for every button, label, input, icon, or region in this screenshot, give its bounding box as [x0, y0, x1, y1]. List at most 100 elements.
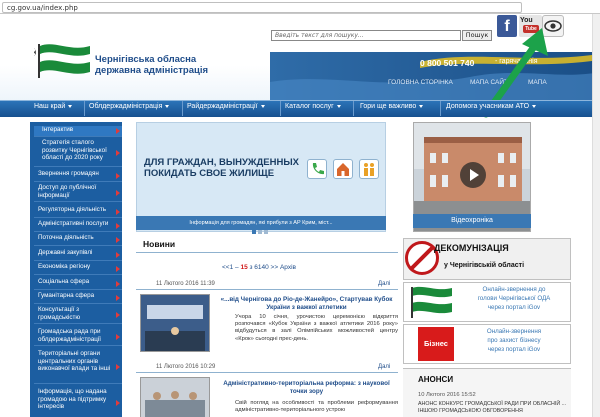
chevron-right-icon — [116, 208, 120, 215]
news-pager[interactable]: <<1 – 15 з 6140 >> Архів — [222, 264, 296, 271]
url-input[interactable]: cg.gov.ua/index.php — [2, 2, 522, 13]
sidebar-item-label: Інформація, що надана громадою на підтри… — [38, 388, 107, 410]
appeal-line: через портал iGov — [487, 304, 541, 311]
archive-link[interactable]: Архів — [280, 264, 296, 271]
banner-headline-line2: ПОКИДАТЬ СВОЕ ЖИЛИЩЕ — [144, 168, 275, 179]
region-flag-logo[interactable]: ✠ — [28, 42, 92, 78]
phone-handset-icon — [312, 163, 324, 175]
video-label: Відеохроніка — [413, 214, 531, 228]
announcement-date: 10 Лютого 2016 15:52 — [418, 392, 476, 398]
chevron-right-icon — [116, 363, 120, 370]
sidebar-item-label: Регуляторна діяльність — [38, 206, 106, 213]
region-flag-small — [408, 285, 454, 319]
chevron-right-icon — [116, 189, 120, 196]
sidebar-item-label: Консультації з громадськістю — [38, 306, 81, 321]
divider — [136, 252, 398, 253]
sidebar-item-current-activity[interactable]: Поточна діяльність — [34, 234, 122, 246]
article-thumbnail[interactable] — [140, 294, 210, 352]
sidebar-item-humanitarian[interactable]: Гуманітарна сфера — [34, 292, 122, 304]
sidebar-item-public-council[interactable]: Громадська рада при облдержадміністрації — [34, 328, 122, 346]
nav-label: Облдержадміністрація — [89, 103, 163, 110]
sidebar-item-label: Економіка регіону — [38, 263, 91, 270]
sidebar-item-admin-services[interactable]: Адміністративні послуги — [34, 220, 122, 232]
divider — [136, 289, 398, 290]
sidebar-item-public-info[interactable]: Доступ до публічної інформації — [34, 184, 122, 202]
sidebar-item-label: Соціальна сфера — [38, 278, 90, 285]
sidebar-item-social[interactable]: Соціальна сфера — [34, 278, 122, 290]
sidebar-item-label: Гуманітарна сфера — [38, 292, 95, 299]
sidebar-item-community-info[interactable]: Інформація, що надана громадою на підтри… — [34, 388, 122, 417]
site-title-line1: Чернігівська обласна — [95, 54, 197, 65]
nav-divider — [182, 101, 183, 116]
banner-caption: Інформація для громадян, які прибули з А… — [136, 216, 386, 230]
chevron-down-icon — [68, 104, 73, 108]
page-scrollbar[interactable] — [592, 14, 600, 417]
sidebar-item-interactive[interactable]: Інтерактив — [34, 126, 122, 137]
article-more-link[interactable]: Далі — [378, 281, 390, 287]
business-logo: Бізнес — [418, 327, 454, 361]
sidebar-item-procurement[interactable]: Державні закупівлі — [34, 249, 122, 261]
family-icon — [359, 159, 379, 179]
sidebar-item-label: Державні закупівлі — [38, 249, 93, 256]
nav-label: Райдержадміністрації — [187, 103, 258, 110]
hotline-phone: 0 800 501 740 — [420, 58, 475, 68]
pager-suffix: з 6140 >> — [249, 264, 279, 271]
announcement-text[interactable]: АНОНС КОНКУРС ГРОМАДСЬКОЇ РАДИ ПРИ ОБЛАС… — [418, 401, 568, 415]
nav-item-nash-krai[interactable]: Наш край — [34, 103, 73, 110]
flag-icon: ✠ — [28, 44, 90, 78]
article-thumbnail[interactable] — [140, 377, 210, 417]
nav-item-oda[interactable]: Облдержадміністрація — [89, 103, 170, 110]
nav-label: Наш край — [34, 103, 66, 110]
chevron-down-icon — [532, 104, 537, 108]
sidebar-item-regulatory[interactable]: Регуляторна діяльність — [34, 206, 122, 218]
appeal-line: голови Чернігівської ОДА — [477, 295, 551, 302]
sidebar-item-label: Стратегія сталого розвитку Чернігівської… — [42, 139, 107, 161]
sidebar-item-label: Доступ до публічної інформації — [38, 184, 97, 199]
carousel-dot[interactable] — [264, 230, 268, 234]
banner-headline-line1: ДЛЯ ГРАЖДАН, ВЫНУЖДЕННЫХ — [144, 157, 299, 168]
chevron-right-icon — [116, 222, 120, 229]
chevron-right-icon — [116, 265, 120, 272]
sidebar-item-label: Громадська рада при облдержадміністрації — [38, 328, 101, 343]
sidebar-item-strategy[interactable]: Стратегія сталого розвитку Чернігівської… — [34, 139, 122, 167]
decommunization-subtitle: у Чернігівській області — [444, 262, 525, 269]
business-line: Онлайн-звернення — [486, 328, 542, 335]
search-input[interactable]: Введіть текст для пошуку... — [271, 30, 461, 41]
carousel-dot[interactable] — [252, 230, 256, 234]
carousel-dot[interactable] — [258, 230, 262, 234]
chevron-right-icon — [116, 311, 120, 318]
business-protection-text: Онлайн-звернення про захист бізнесу чере… — [459, 327, 569, 354]
sidebar-item-territorial-bodies[interactable]: Територіальні органи центральних органів… — [34, 350, 122, 384]
youtube-label-top: You — [520, 17, 533, 24]
home-link[interactable]: ГОЛОВНА СТОРІНКА — [388, 79, 453, 86]
nav-label: Гори ще важливо — [360, 103, 417, 110]
nav-divider — [440, 101, 441, 116]
business-line: через портал iGov — [487, 346, 541, 353]
sidebar-item-economy[interactable]: Економіка регіону — [34, 263, 122, 275]
article-excerpt: Учора 10 січня, урочистою церемонією від… — [235, 314, 398, 342]
divider — [136, 372, 398, 373]
chevron-right-icon — [116, 399, 120, 406]
chevron-down-icon — [336, 104, 341, 108]
news-heading: Новини — [143, 239, 176, 249]
sidebar-item-consultations[interactable]: Консультації з громадськістю — [34, 306, 122, 324]
chevron-down-icon — [419, 104, 424, 108]
play-icon[interactable] — [460, 162, 486, 188]
chevron-right-icon — [116, 280, 120, 287]
house-icon — [333, 159, 353, 179]
nav-item-important[interactable]: Гори ще важливо — [360, 103, 424, 110]
announcements-title: АНОНСИ — [418, 375, 454, 384]
sidebar-item-appeals[interactable]: Звернення громадян — [34, 170, 122, 182]
nav-label: Каталог послуг — [285, 103, 334, 110]
article-title[interactable]: Адміністративно-територіальна реформа: з… — [215, 380, 398, 395]
weightlifting-photo — [141, 295, 209, 351]
appeal-line: Онлайн-звернення до — [482, 286, 546, 293]
article-title[interactable]: «...від Чернігова до Ріо-де-Жанейро», Ст… — [215, 296, 398, 311]
nav-item-ato[interactable]: Допомога учасникам АТО — [446, 103, 537, 110]
article-more-link[interactable]: Далі — [378, 364, 390, 370]
sidebar-item-label: Інтерактив — [42, 126, 74, 133]
pager-current: 15 — [240, 264, 248, 271]
nav-item-rda[interactable]: Райдержадміністрації — [187, 103, 265, 110]
nav-item-catalog[interactable]: Каталог послуг — [285, 103, 341, 110]
sidebar-item-label: Звернення громадян — [38, 170, 99, 177]
